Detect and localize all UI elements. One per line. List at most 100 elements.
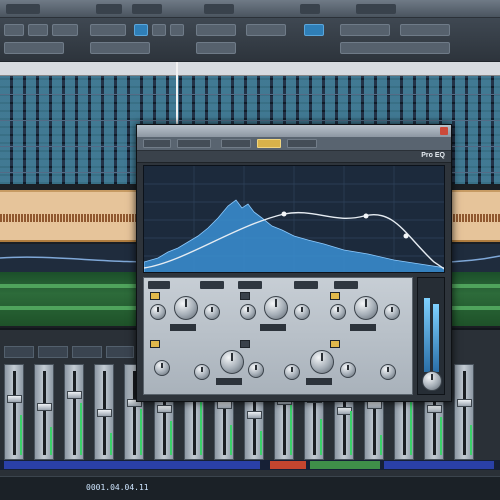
snap-button[interactable] (304, 24, 324, 36)
band-label (148, 281, 170, 289)
channel-fader[interactable] (157, 405, 172, 413)
channel-level-meter (200, 397, 202, 455)
q-knob[interactable] (204, 304, 220, 320)
channel-fader[interactable] (247, 411, 262, 419)
frequency-knob[interactable] (248, 362, 264, 378)
eq-node (363, 213, 369, 219)
gain-knob[interactable] (174, 296, 198, 320)
channel-header[interactable] (106, 346, 134, 358)
band-label (200, 281, 224, 289)
mixer-footer (0, 460, 500, 470)
output-gain-knob[interactable] (422, 371, 442, 391)
channel-level-meter (260, 431, 262, 455)
toolbar-button[interactable] (246, 24, 286, 36)
band-enable-toggle[interactable] (150, 340, 160, 348)
parameter-readout (350, 324, 376, 331)
toolbar-button[interactable] (340, 42, 450, 54)
channel-fader[interactable] (97, 409, 112, 417)
lane-divider (0, 120, 500, 121)
eq-node (281, 211, 287, 217)
plugin-toolbar-button[interactable] (177, 139, 211, 148)
frequency-knob[interactable] (240, 304, 256, 320)
gain-knob[interactable] (220, 350, 244, 374)
fader-track (43, 371, 46, 455)
pro-eq-plugin-window[interactable]: Pro EQ (136, 124, 452, 402)
band-enable-toggle[interactable] (150, 292, 160, 300)
menu-item[interactable] (6, 4, 40, 14)
menu-item[interactable] (132, 4, 162, 14)
fader-track (13, 371, 16, 455)
q-knob[interactable] (380, 364, 396, 380)
bus-strip (4, 461, 260, 469)
toolbar-button[interactable] (28, 24, 48, 36)
eq-node (403, 233, 409, 239)
frequency-knob[interactable] (154, 360, 170, 376)
menu-item[interactable] (300, 4, 320, 14)
toolbar-button[interactable] (170, 24, 184, 36)
gain-knob[interactable] (354, 296, 378, 320)
gain-knob[interactable] (310, 350, 334, 374)
menu-item[interactable] (96, 4, 122, 14)
channel-header[interactable] (4, 346, 34, 358)
plugin-logo: Pro EQ (421, 152, 445, 159)
parameter-readout (216, 378, 242, 385)
channel-level-meter (290, 405, 292, 455)
plugin-toolbar-button[interactable] (257, 139, 281, 148)
mixer-channel (34, 364, 54, 460)
plugin-toolbar-button[interactable] (221, 139, 251, 148)
q-knob[interactable] (294, 304, 310, 320)
channel-fader[interactable] (367, 401, 382, 409)
toolbar-button[interactable] (90, 24, 126, 36)
channel-fader[interactable] (217, 401, 232, 409)
frequency-knob[interactable] (150, 304, 166, 320)
channel-fader[interactable] (37, 403, 52, 411)
frequency-knob[interactable] (330, 304, 346, 320)
q-knob[interactable] (194, 364, 210, 380)
channel-header[interactable] (72, 346, 102, 358)
band-enable-toggle[interactable] (330, 340, 340, 348)
mixer-channel (64, 364, 84, 460)
channel-level-meter (440, 417, 442, 455)
band-enable-toggle[interactable] (240, 292, 250, 300)
plugin-titlebar[interactable] (137, 125, 451, 137)
toolbar-button[interactable] (196, 42, 236, 54)
gain-knob[interactable] (264, 296, 288, 320)
frequency-knob[interactable] (340, 362, 356, 378)
channel-level-meter (80, 403, 82, 455)
channel-fader[interactable] (427, 405, 442, 413)
timeline-ruler[interactable] (0, 62, 500, 76)
toolbar-button[interactable] (90, 42, 150, 54)
toolbar-button[interactable] (52, 24, 78, 36)
toolbar-button[interactable] (4, 24, 24, 36)
channel-header[interactable] (38, 346, 68, 358)
menu-item[interactable] (356, 4, 396, 14)
arrow-tool-button[interactable] (134, 24, 148, 36)
menu-item[interactable] (204, 4, 234, 14)
eq-graph[interactable] (143, 165, 445, 273)
fader-track (463, 371, 466, 455)
plugin-toolbar-button[interactable] (143, 139, 171, 148)
output-meter-left (424, 298, 430, 372)
toolbar-button[interactable] (4, 42, 64, 54)
toolbar-button[interactable] (400, 24, 450, 36)
band-enable-toggle[interactable] (330, 292, 340, 300)
eq-spectrum-svg (144, 166, 444, 272)
close-icon[interactable] (440, 127, 448, 135)
channel-level-meter (380, 435, 382, 455)
plugin-toolbar-button[interactable] (287, 139, 317, 148)
toolbar-button[interactable] (340, 24, 390, 36)
q-knob[interactable] (384, 304, 400, 320)
channel-fader[interactable] (67, 391, 82, 399)
channel-fader[interactable] (457, 399, 472, 407)
band-enable-toggle[interactable] (240, 340, 250, 348)
transport-bar: 0001.04.04.11 (0, 476, 500, 500)
channel-level-meter (410, 399, 412, 455)
q-knob[interactable] (284, 364, 300, 380)
toolbar-button[interactable] (196, 24, 236, 36)
channel-level-meter (110, 433, 112, 455)
channel-fader[interactable] (7, 395, 22, 403)
plugin-toolbar (137, 137, 451, 151)
bus-strip (384, 461, 494, 469)
band-label (294, 281, 318, 289)
toolbar-button[interactable] (152, 24, 166, 36)
